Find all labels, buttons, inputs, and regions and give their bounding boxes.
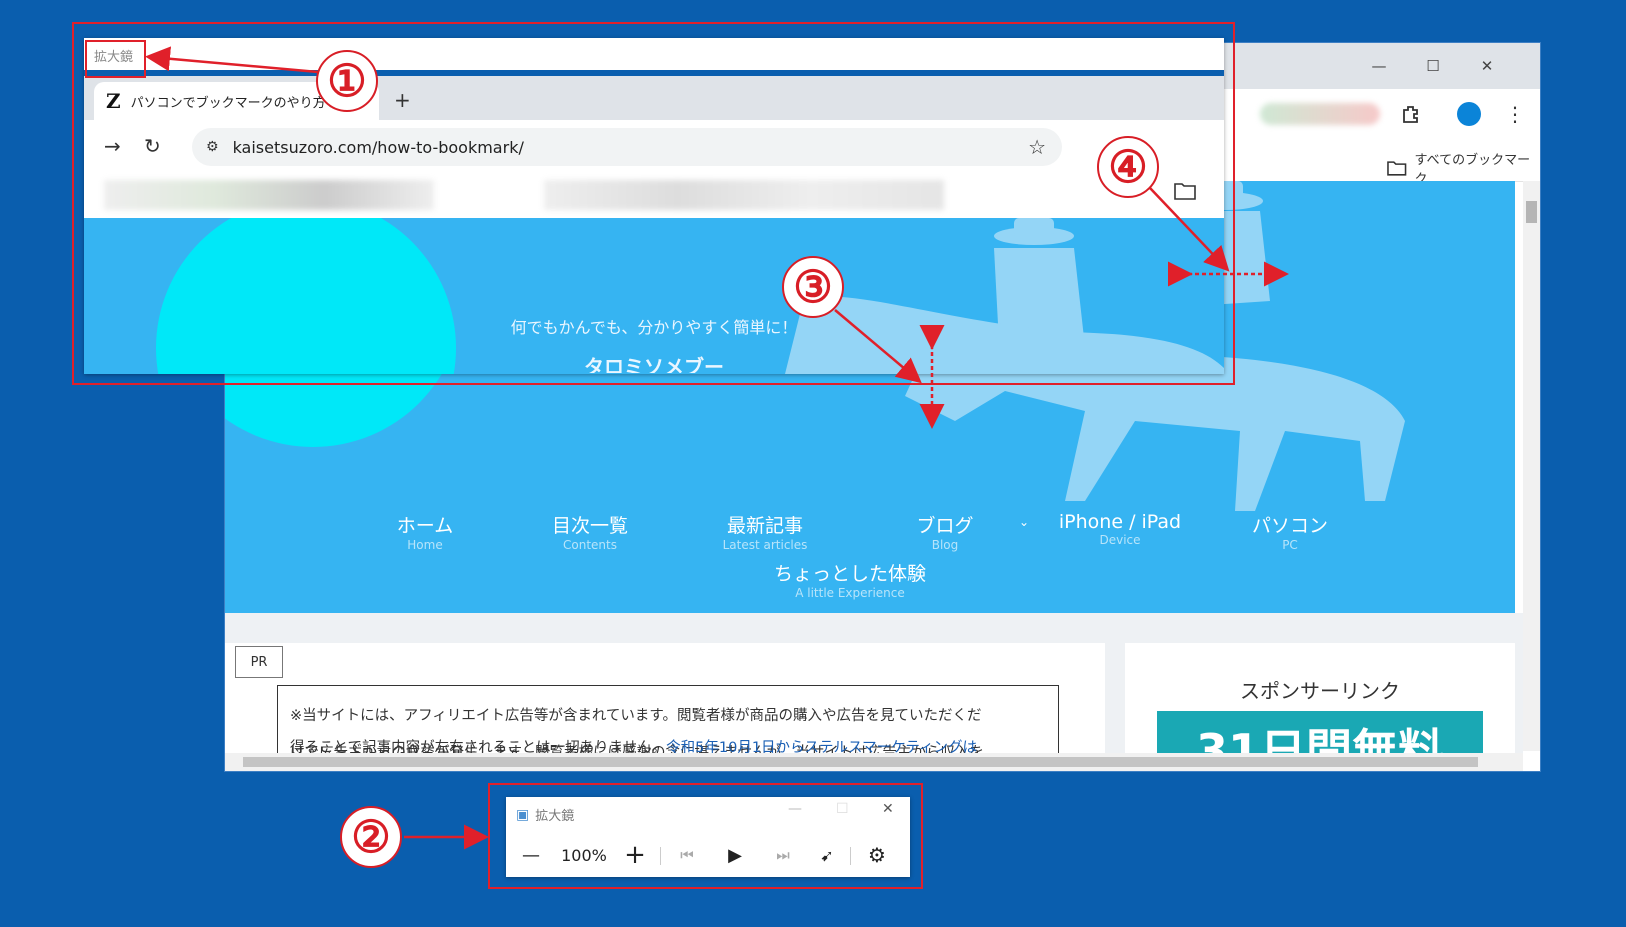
- callout-2: ②: [340, 806, 402, 868]
- arrow-1: [145, 46, 319, 74]
- callout-4: ④: [1097, 136, 1159, 198]
- annotation-arrows: [145, 46, 1289, 850]
- arrow-4: [1149, 187, 1230, 272]
- callout-3: ③: [782, 256, 844, 318]
- arrow-3: [834, 309, 922, 384]
- callout-1: ①: [316, 50, 378, 112]
